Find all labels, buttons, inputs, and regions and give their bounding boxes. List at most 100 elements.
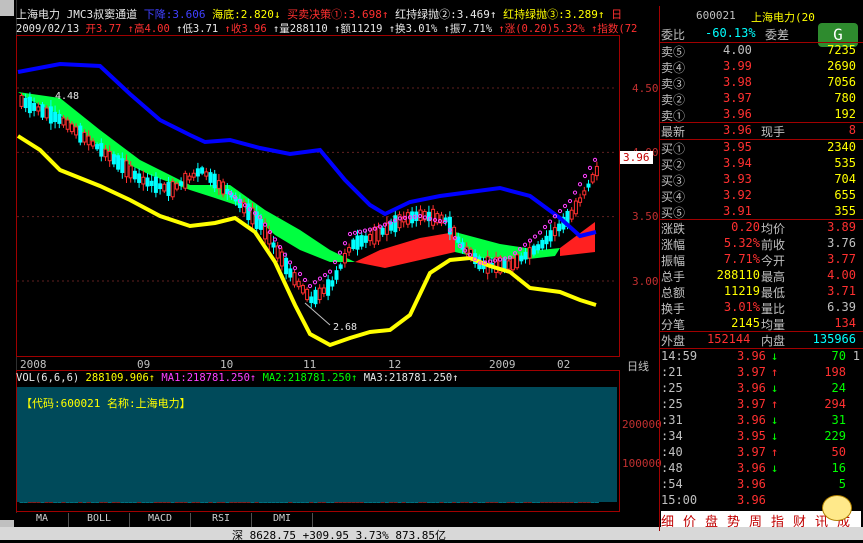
vol-tick-label: 100000 (622, 457, 662, 470)
tick-direction: ↓ (771, 429, 779, 443)
candle-body (95, 144, 100, 150)
candle-body (305, 288, 310, 301)
panel-tab[interactable]: 周 (749, 511, 762, 530)
tick-time: :48 (661, 461, 683, 475)
stat-value: 3.71 (827, 284, 856, 298)
ask-row: 卖③ 3.98 7056 (661, 75, 860, 91)
tick-price: 3.96 (737, 461, 766, 475)
candle-body (65, 119, 70, 130)
candle-body (376, 226, 381, 242)
tick-row: :34 3.95 ↓ 229 (661, 429, 860, 445)
diff-label: 委差 (765, 28, 790, 42)
candle-body (279, 251, 284, 267)
candle-body (208, 172, 213, 183)
stat-label: 总手 (661, 270, 686, 284)
tab-boll[interactable]: BOLL (69, 513, 130, 527)
ask-volume: 7056 (827, 75, 856, 89)
candle-body (23, 97, 28, 109)
candle-body (82, 131, 87, 143)
ask-row: 卖② 3.97 780 (661, 91, 860, 107)
tick-row: :54 3.96 5 (661, 477, 860, 493)
tick-price: 3.96 (737, 413, 766, 427)
trail-dot (342, 241, 348, 246)
panel-tab[interactable]: 盘 (705, 511, 718, 530)
candle-body (183, 172, 188, 189)
stat-value: 3.77 (827, 252, 856, 266)
candle-body (107, 151, 112, 162)
ask-row: 卖① 3.96 192 (661, 107, 860, 123)
candle-body (124, 160, 129, 178)
outer-inner-row: 外盘 152144 内盘 135966 (661, 332, 860, 348)
period-label[interactable]: 日线 (627, 358, 649, 374)
stat-value: 3.01% (723, 300, 760, 314)
panel-tab[interactable]: 价 (683, 511, 696, 530)
panel-tab[interactable]: 指 (771, 511, 784, 530)
trail-dot (347, 231, 353, 237)
tick-time: 15:00 (661, 493, 698, 507)
tab-ma[interactable]: MA (16, 513, 69, 527)
candle-body (120, 158, 125, 173)
candle-body (187, 175, 192, 181)
trail-dot (487, 259, 493, 264)
tab-macd[interactable]: MACD (130, 513, 191, 527)
tick-row: :21 3.97 ↑ 198 (661, 365, 860, 381)
ask-label: 卖⑤ (661, 45, 686, 59)
signal-clouds (18, 92, 595, 268)
tick-volume: 294 (824, 397, 846, 411)
stat-value: 5.32% (723, 236, 760, 250)
bid-volume: 704 (834, 172, 856, 186)
candle-body (544, 235, 549, 245)
trail-dot (557, 208, 563, 214)
tick-volume: 70 (831, 349, 846, 363)
candle-body (74, 126, 79, 136)
candle-body (309, 296, 314, 304)
last-vol-label: 现手 (761, 125, 786, 139)
stat-label: 最低 (761, 286, 786, 300)
stat-label: 总额 (661, 286, 686, 300)
y-tick-label: 3.50 (632, 210, 659, 223)
ask-price: 3.96 (723, 107, 752, 121)
bid-price: 3.93 (723, 172, 752, 186)
trail-dot (357, 229, 363, 234)
trail-dot (522, 242, 528, 247)
trail-dot (572, 190, 578, 195)
trail-dot (332, 259, 338, 265)
trail-dot (547, 219, 553, 224)
bid-price: 3.92 (723, 188, 752, 202)
assistant-bubble-icon[interactable] (822, 495, 852, 521)
bid-row: 买① 3.95 2340 (661, 140, 860, 156)
trail-dot (587, 165, 593, 170)
bid-row: 买② 3.94 535 (661, 156, 860, 172)
candle-body (510, 257, 515, 271)
candle-body (86, 135, 91, 146)
trail-dot (362, 228, 368, 233)
candle-body (506, 260, 511, 270)
trail-dot (567, 198, 573, 204)
x-tick-label: 11 (303, 358, 317, 371)
bid-price: 3.95 (723, 140, 752, 154)
panel-tab[interactable]: 势 (727, 511, 740, 530)
vol-ma2: MA2:218781.250↑ (262, 372, 358, 384)
current-price-tag: 3.96 (620, 151, 653, 164)
candle-body (326, 279, 331, 296)
candle-body (578, 197, 583, 203)
indicator-tab-bar: MA BOLL MACD RSI DMI (16, 513, 656, 527)
candle-body (569, 209, 574, 220)
candle-body (174, 183, 179, 190)
ask-price: 3.97 (723, 91, 752, 105)
x-tick-label: 09 (137, 358, 151, 371)
tab-rsi[interactable]: RSI (191, 513, 252, 527)
candle-body (431, 208, 436, 226)
vol-value: 288109.906↑ (85, 372, 156, 384)
channel-bands (16, 61, 597, 348)
candle-body (27, 96, 32, 114)
panel-tab[interactable]: 财 (793, 511, 806, 530)
tab-dmi[interactable]: DMI (252, 513, 313, 527)
tick-row: 14:59 3.96 ↓ 70 1 (661, 349, 860, 365)
tick-volume: 198 (824, 365, 846, 379)
stat-row: 换手 3.01% 量比 6.39 (661, 300, 860, 316)
panel-tab[interactable]: 细 (661, 511, 674, 530)
ask-label: 卖② (661, 93, 686, 107)
ask-label: 卖③ (661, 77, 686, 91)
candle-body (342, 253, 347, 264)
